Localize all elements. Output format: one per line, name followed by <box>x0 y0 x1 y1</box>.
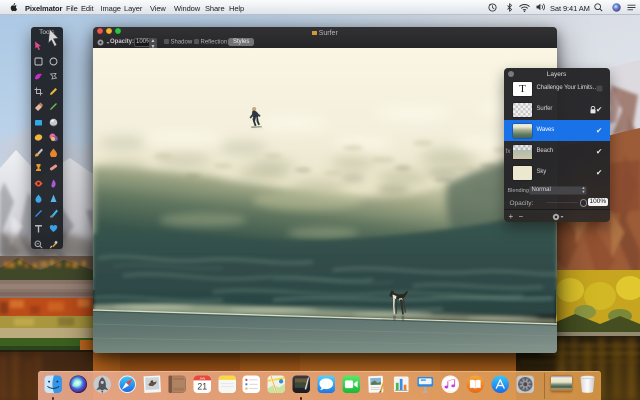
svg-text:JAN: JAN <box>199 376 205 380</box>
svg-text:21: 21 <box>197 381 207 391</box>
